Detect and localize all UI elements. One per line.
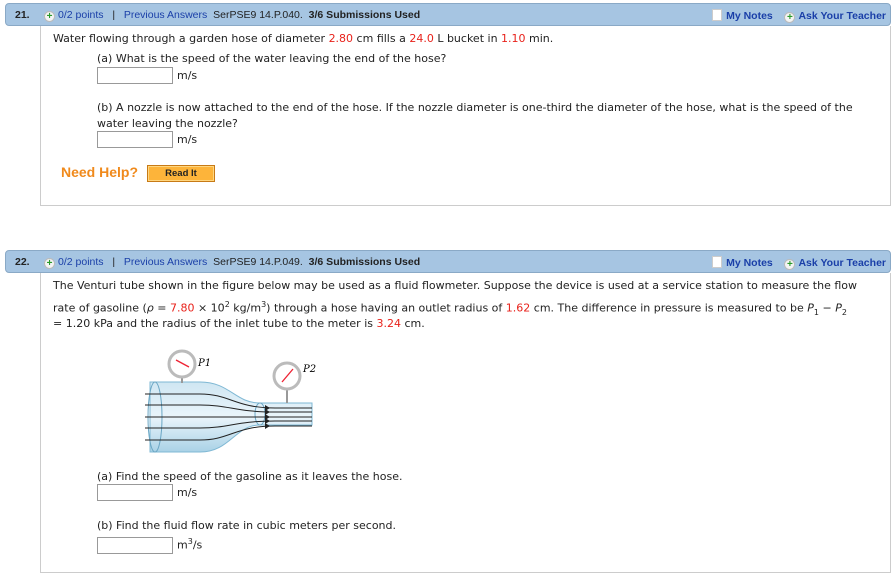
question-number: 21. bbox=[15, 9, 30, 21]
question-text: Water flowing through a garden hose of d… bbox=[53, 32, 554, 45]
part-a-answer-input[interactable] bbox=[97, 484, 173, 501]
plus-icon: + bbox=[784, 259, 796, 270]
part-b-answer-input[interactable] bbox=[97, 537, 173, 554]
read-it-button[interactable]: Read It bbox=[147, 165, 215, 182]
part-a-label: (a) What is the speed of the water leavi… bbox=[97, 52, 447, 65]
part-a-answer-input[interactable] bbox=[97, 67, 173, 84]
part-b-label: (b) Find the fluid flow rate in cubic me… bbox=[97, 519, 397, 532]
plus-icon: + bbox=[784, 12, 796, 23]
p2-label: P2 bbox=[302, 364, 316, 375]
pressure-gauge-p1 bbox=[167, 349, 197, 379]
question-header-21: 21. +0/2 points | Previous Answers SerPS… bbox=[5, 3, 891, 26]
question-number: 22. bbox=[15, 256, 30, 268]
points-link[interactable]: 0/2 points bbox=[58, 256, 104, 268]
my-notes-link[interactable]: My Notes bbox=[726, 257, 773, 269]
my-notes-link[interactable]: My Notes bbox=[726, 10, 773, 22]
question-code: SerPSE9 14.P.040. bbox=[213, 9, 303, 21]
notes-icon bbox=[712, 9, 723, 21]
plus-icon: + bbox=[44, 11, 55, 22]
need-help-label: Need Help? bbox=[61, 164, 139, 180]
question-text-line3: = 1.20 kPa and the radius of the inlet t… bbox=[53, 317, 425, 330]
question-header-22: 22. +0/2 points | Previous Answers SerPS… bbox=[5, 250, 891, 273]
question-text-line1: The Venturi tube shown in the figure bel… bbox=[53, 279, 858, 292]
part-b-unit: m3/s bbox=[177, 537, 203, 552]
previous-answers-link[interactable]: Previous Answers bbox=[124, 256, 207, 268]
plus-icon: + bbox=[44, 258, 55, 269]
previous-answers-link[interactable]: Previous Answers bbox=[124, 9, 207, 21]
separator: | bbox=[112, 9, 116, 21]
separator: | bbox=[112, 256, 116, 268]
ask-teacher-link[interactable]: Ask Your Teacher bbox=[798, 257, 886, 269]
part-a-unit: m/s bbox=[177, 69, 198, 82]
part-a-unit: m/s bbox=[177, 486, 198, 499]
submissions-used: 3/6 Submissions Used bbox=[308, 9, 421, 21]
points-link[interactable]: 0/2 points bbox=[58, 9, 104, 21]
venturi-tube-figure: P1 P2 bbox=[145, 349, 316, 453]
part-b-answer-input[interactable] bbox=[97, 131, 173, 148]
submissions-used: 3/6 Submissions Used bbox=[308, 256, 421, 268]
question-code: SerPSE9 14.P.049. bbox=[213, 256, 303, 268]
p1-label: P1 bbox=[197, 358, 211, 369]
ask-teacher-link[interactable]: Ask Your Teacher bbox=[798, 10, 886, 22]
part-b-unit: m/s bbox=[177, 133, 198, 146]
notes-icon bbox=[712, 256, 723, 268]
